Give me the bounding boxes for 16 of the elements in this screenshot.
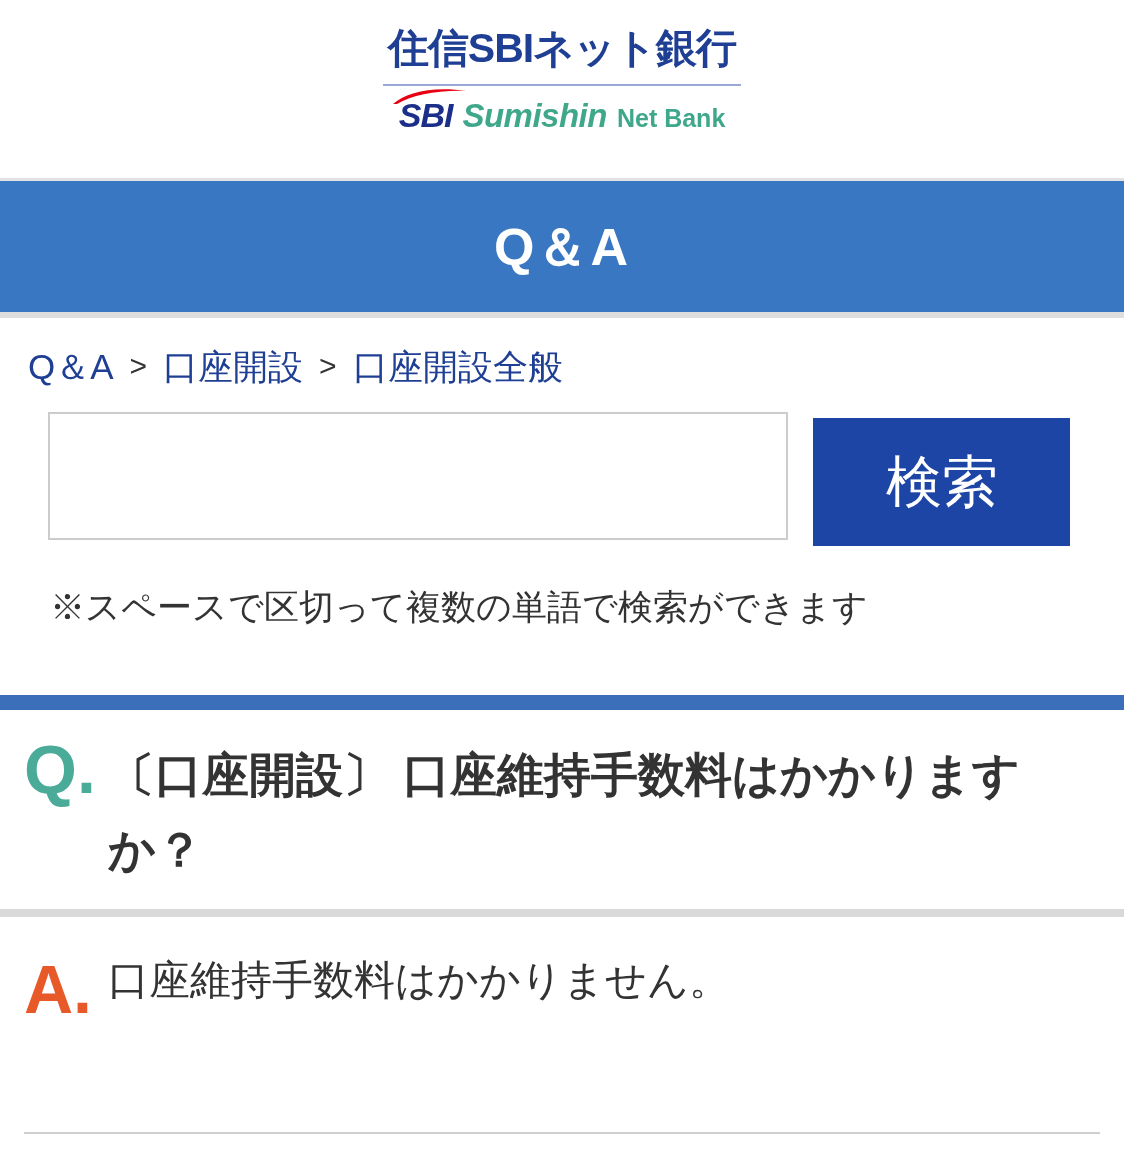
breadcrumb-link[interactable]: 口座開設全般 bbox=[352, 348, 563, 384]
logo-mark-text: SBI bbox=[398, 98, 453, 132]
breadcrumb-separator: > bbox=[129, 351, 148, 381]
search-note: ※スペースで区切って複数の単語で検索ができます bbox=[50, 587, 868, 628]
search-button[interactable]: 検索 bbox=[813, 418, 1070, 546]
question-text: 〔口座開設〕 口座維持手数料はかかりますか？ bbox=[108, 747, 1022, 878]
breadcrumb-link[interactable]: Q＆A bbox=[28, 348, 114, 384]
banner-title: Q＆A bbox=[494, 220, 630, 273]
logo-suffix-text: Net Bank bbox=[616, 106, 726, 131]
answer-text: 口座維持手数料はかかりません。 bbox=[108, 956, 730, 1005]
breadcrumb-separator: > bbox=[319, 351, 337, 381]
logo-brand-text: Sumishin bbox=[462, 99, 607, 132]
answer-marker: A. bbox=[24, 955, 93, 1023]
breadcrumb-link[interactable]: 口座開設 bbox=[163, 348, 304, 384]
logo-title: 住信SBIネット銀行 bbox=[387, 28, 737, 69]
search-field[interactable] bbox=[48, 412, 788, 540]
